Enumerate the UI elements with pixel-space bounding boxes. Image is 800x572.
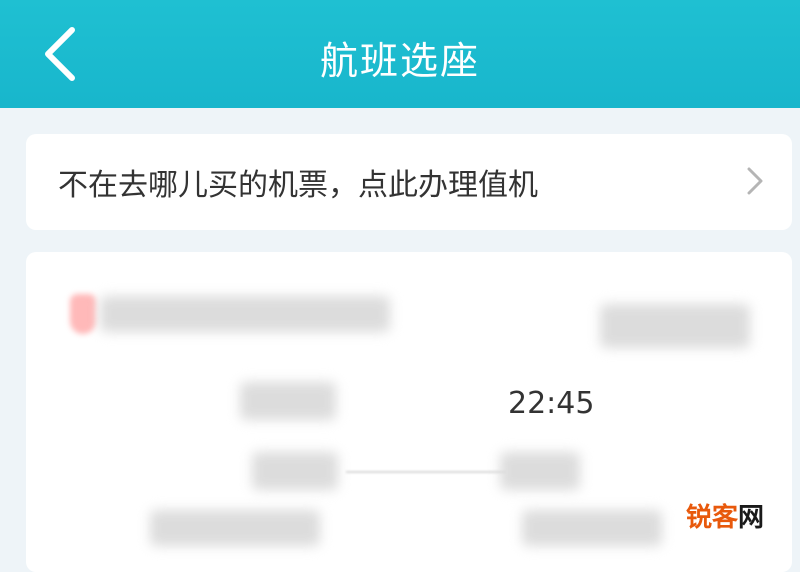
site-watermark: 锐客网 <box>686 497 764 534</box>
departure-time-redacted <box>240 382 336 420</box>
departure-airport-redacted <box>252 452 338 490</box>
watermark-part1: 锐客 <box>685 503 738 533</box>
flight-info-card[interactable]: 22:45 <box>26 252 792 572</box>
departure-date-redacted <box>150 510 320 546</box>
top-nav-bar: 航班选座 <box>0 0 800 108</box>
banner-label: 不在去哪儿买的机票，点此办理值机 <box>58 168 538 203</box>
arrival-time: 22:45 <box>508 386 595 421</box>
page-title: 航班选座 <box>319 39 480 83</box>
external-checkin-banner[interactable]: 不在去哪儿买的机票，点此办理值机 <box>26 134 792 230</box>
flight-status-redacted <box>600 304 750 348</box>
flight-name-redacted <box>100 296 390 332</box>
arrival-date-redacted <box>522 510 662 546</box>
chevron-right-icon <box>744 164 766 202</box>
arrival-airport-redacted <box>500 452 580 490</box>
route-divider <box>346 471 506 473</box>
watermark-part2: 网 <box>737 503 764 533</box>
airline-logo <box>70 294 96 334</box>
